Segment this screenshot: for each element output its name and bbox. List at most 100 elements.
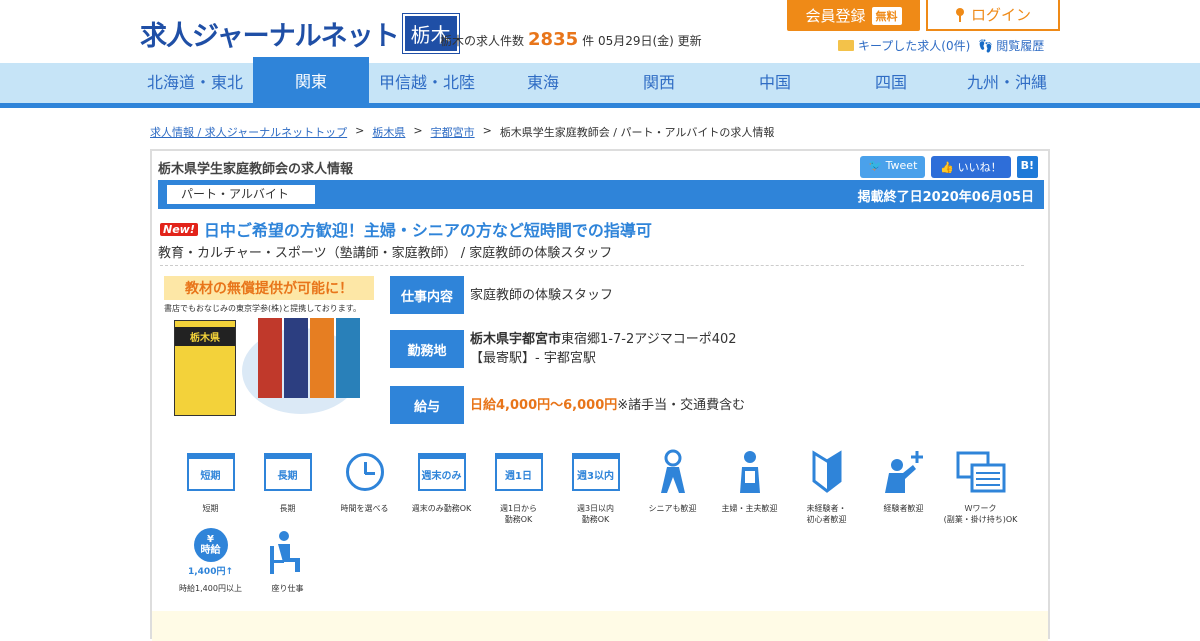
experienced-icon bbox=[879, 447, 929, 497]
work-row: 仕事内容 家庭教師の体験スタッフ bbox=[390, 276, 613, 314]
region-nav-items: 北海道・東北 関東 甲信越・北陸 東海 関西 中国 四国 九州・沖縄 bbox=[137, 57, 1065, 108]
nav-item-1[interactable]: 関東 bbox=[253, 57, 369, 108]
one-day-week-icon: 週1日 bbox=[494, 447, 544, 497]
work-label: 仕事内容 bbox=[390, 276, 464, 314]
feature-icons-row: 短期 短期 長期 長期 時間を選べる 週末のみ 週末のみ勤務OK 週1日 週1日から 勤務OK 週… bbox=[172, 447, 1019, 525]
feature-label: 週1日から 勤務OK bbox=[499, 504, 538, 524]
place-city: 栃木県宇都宮市 bbox=[470, 332, 562, 347]
place-row: 勤務地 栃木県宇都宮市東宿郷1-7-2アジマコーポ402 【最寄駅】- 宇都宮駅 bbox=[390, 330, 737, 368]
page-title: 栃木県学生家庭教師会の求人情報 bbox=[158, 162, 354, 177]
salary-value-wrap: 日給4,000円～6,000円※諸手当・交通費含む bbox=[470, 396, 745, 415]
clock-face bbox=[345, 453, 384, 491]
share-buttons: 🐦 Tweet 👍 いいね！ B! bbox=[860, 156, 1038, 178]
yen-circle: ¥ 時給 bbox=[193, 527, 228, 562]
nav-item-3[interactable]: 東海 bbox=[485, 63, 601, 108]
feature-senior: シニアも歓迎 bbox=[634, 447, 711, 525]
feature-label: 時間を選べる bbox=[340, 504, 389, 513]
yen-symbol: ¥ bbox=[207, 533, 214, 545]
double-work-icon bbox=[956, 447, 1006, 497]
nav-item-0[interactable]: 北海道・東北 bbox=[137, 63, 253, 108]
new-badge: New! bbox=[160, 222, 198, 236]
register-button[interactable]: 会員登録 無料 bbox=[787, 0, 920, 31]
tweet-button[interactable]: 🐦 Tweet bbox=[860, 156, 926, 178]
count-value: 2835 bbox=[528, 29, 579, 50]
feature-experienced: 経験者歓迎 bbox=[865, 447, 942, 525]
footprints-icon: 👣 bbox=[978, 39, 994, 53]
feature-clock: 時間を選べる bbox=[326, 447, 403, 525]
book-navy bbox=[284, 318, 308, 398]
feature-label: 未経験者・ 初心者歓迎 bbox=[806, 504, 847, 524]
thumbs-up-icon: 👍 bbox=[940, 161, 958, 174]
dashed-divider bbox=[160, 265, 1024, 266]
breadcrumb-sep: > bbox=[413, 124, 423, 137]
breadcrumb: 求人情報 / 求人ジャーナルネットトップ > 栃木県 > 宇都宮市 > 栃木県学… bbox=[150, 124, 774, 140]
feature-icons-row-2: ¥ 時給 1,400円↑ 時給1,400円以上 座り仕事 bbox=[172, 527, 326, 594]
feature-three-days-week: 週3以内 週3日以内 勤務OK bbox=[557, 447, 634, 525]
hatena-bookmark-button[interactable]: B! bbox=[1016, 156, 1038, 178]
history-label: 閲覧履歴 bbox=[996, 39, 1045, 53]
short-term-icon: 短期 bbox=[186, 447, 236, 497]
nav-item-5[interactable]: 中国 bbox=[717, 63, 833, 108]
place-value: 栃木県宇都宮市東宿郷1-7-2アジマコーポ402 【最寄駅】- 宇都宮駅 bbox=[470, 330, 737, 368]
kept-jobs-link[interactable]: キープした求人(0件) bbox=[838, 37, 970, 54]
box-icon-text: 週1日 bbox=[494, 453, 543, 491]
login-label: ログイン bbox=[970, 6, 1031, 24]
feature-beginner: 未経験者・ 初心者歓迎 bbox=[788, 447, 865, 525]
seated-work-svg bbox=[269, 531, 300, 574]
nav-item-4[interactable]: 関西 bbox=[601, 63, 717, 108]
like-button[interactable]: 👍 いいね！ bbox=[931, 156, 1011, 178]
job-detail-box: 栃木県学生家庭教師会の求人情報 🐦 Tweet 👍 いいね！ B! パート・アル… bbox=[150, 149, 1050, 641]
promo-title: 教材の無償提供が可能に！ bbox=[164, 276, 374, 300]
feature-short-term: 短期 短期 bbox=[172, 447, 249, 525]
site-logo[interactable]: 求人ジャーナルネット 栃木 bbox=[140, 13, 460, 54]
salary-row: 給与 日給4,000円～6,000円※諸手当・交通費含む bbox=[390, 386, 745, 424]
feature-label: 座り仕事 bbox=[271, 584, 304, 593]
long-term-icon: 長期 bbox=[263, 447, 313, 497]
breadcrumb-top[interactable]: 求人情報 / 求人ジャーナルネットトップ bbox=[150, 124, 347, 140]
feature-seated-work: 座り仕事 bbox=[249, 527, 326, 594]
folder-icon bbox=[838, 40, 854, 51]
seated-work-icon bbox=[263, 527, 313, 577]
workbook-image: 栃木県 bbox=[174, 320, 236, 416]
three-days-week-icon: 週3以内 bbox=[571, 447, 621, 497]
employment-band: パート・アルバイト 掲載終了日2020年06月05日 bbox=[158, 180, 1044, 209]
feature-label: 週末のみ勤務OK bbox=[411, 504, 472, 513]
clock-icon bbox=[340, 447, 390, 497]
workbook-title: 栃木県 bbox=[175, 327, 235, 346]
job-detail-header: 栃木県学生家庭教師会の求人情報 🐦 Tweet 👍 いいね！ B! bbox=[152, 151, 1048, 181]
login-button[interactable]: ログイン bbox=[926, 0, 1060, 31]
feature-label: 長期 bbox=[279, 504, 296, 513]
site-header: 求人ジャーナルネット 栃木 栃木の求人件数 2835 件 05月29日(金) 更… bbox=[0, 0, 1200, 62]
feature-hourly-wage: ¥ 時給 1,400円↑ 時給1,400円以上 bbox=[172, 527, 249, 594]
breadcrumb-city[interactable]: 宇都宮市 bbox=[431, 124, 475, 140]
end-date: 掲載終了日2020年06月05日 bbox=[857, 190, 1034, 205]
hourly-wage-icon: ¥ 時給 1,400円↑ bbox=[186, 527, 236, 577]
login-pin-icon bbox=[955, 7, 965, 22]
weekend-icon: 週末のみ bbox=[417, 447, 467, 497]
promo-subtitle: 書店でもおなじみの東京学参(株)と提携しております。 bbox=[164, 304, 361, 313]
headline-text: 日中ご希望の方歓迎！主婦・シニアの方など短時間での指導可 bbox=[203, 221, 652, 240]
salary-value: 日給4,000円～6,000円 bbox=[470, 397, 618, 413]
promo-image: 教材の無償提供が可能に！ 書店でもおなじみの東京学参(株)と提携しております。 … bbox=[164, 276, 374, 418]
book-red bbox=[258, 318, 282, 398]
salary-note: ※諸手当・交通費含む bbox=[617, 397, 746, 413]
nav-item-6[interactable]: 四国 bbox=[833, 63, 949, 108]
feature-weekend: 週末のみ週末のみ勤務OK bbox=[403, 447, 480, 525]
nav-item-2[interactable]: 甲信越・北陸 bbox=[369, 63, 485, 108]
feature-long-term: 長期 長期 bbox=[249, 447, 326, 525]
beginner-icon bbox=[802, 447, 852, 497]
count-suffix: 件 05月29日(金) 更新 bbox=[582, 34, 702, 48]
history-link[interactable]: 👣 閲覧履歴 bbox=[978, 37, 1044, 54]
breadcrumb-prefecture[interactable]: 栃木県 bbox=[372, 124, 405, 140]
feature-double-work: Ｗワーク (副業・掛け持ち)OK bbox=[942, 447, 1019, 525]
tweet-label: Tweet bbox=[885, 159, 918, 172]
box-icon-text: 短期 bbox=[186, 453, 235, 491]
nav-item-7[interactable]: 九州・沖縄 bbox=[949, 63, 1065, 108]
feature-label: 短期 bbox=[202, 504, 219, 513]
like-label: いいね！ bbox=[957, 161, 1002, 174]
housewife-icon bbox=[725, 447, 775, 497]
job-count: 栃木の求人件数 2835 件 05月29日(金) 更新 bbox=[440, 29, 702, 50]
hourly-amount: 1,400円↑ bbox=[187, 566, 233, 577]
register-label: 会員登録 bbox=[805, 7, 866, 25]
book-stack bbox=[258, 318, 360, 398]
